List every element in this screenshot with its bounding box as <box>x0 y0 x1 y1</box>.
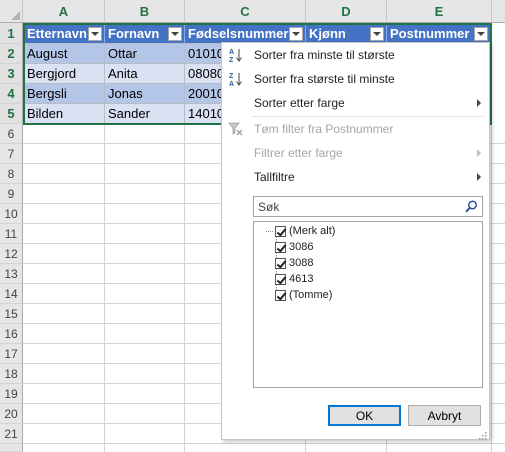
list-item-label: 4613 <box>289 273 314 285</box>
sort-by-color-label: Sorter etter farge <box>254 96 345 110</box>
table-cell[interactable]: Sander <box>105 104 185 124</box>
table-header-etternavn[interactable]: Etternavn <box>24 24 105 44</box>
row-header-3[interactable]: 3 <box>0 64 23 84</box>
autofilter-menu: A Z Sorter fra minste til største Z A So… <box>221 42 490 440</box>
row-header-6[interactable]: 6 <box>0 124 23 144</box>
table-cell[interactable]: Bergsli <box>24 84 105 104</box>
row-header-5[interactable]: 5 <box>0 104 23 124</box>
list-item[interactable]: (Tomme) <box>275 287 332 303</box>
column-header-b[interactable]: B <box>105 0 185 23</box>
filter-by-color-label: Filtrer etter farge <box>254 146 343 160</box>
row-header-11[interactable]: 11 <box>0 224 23 244</box>
resize-grip-icon[interactable] <box>479 429 487 440</box>
row-header-9[interactable]: 9 <box>0 184 23 204</box>
row-header-22 <box>0 444 23 452</box>
list-item[interactable]: 3086 <box>275 239 313 255</box>
svg-text:Z: Z <box>229 57 234 63</box>
table-cell[interactable]: Bilden <box>24 104 105 124</box>
sort-ascending-item[interactable]: A Z Sorter fra minste til største <box>222 44 489 66</box>
row-header-8[interactable]: 8 <box>0 164 23 184</box>
row-header-21[interactable]: 21 <box>0 424 23 444</box>
table-cell[interactable]: Jonas <box>105 84 185 104</box>
list-item[interactable]: 4613 <box>275 271 313 287</box>
checkbox-checked[interactable] <box>275 273 286 285</box>
checkbox-checked[interactable] <box>275 241 286 253</box>
sort-ascending-icon: A Z <box>228 47 244 64</box>
row-header-18[interactable]: 18 <box>0 364 23 384</box>
row-header-13[interactable]: 13 <box>0 264 23 284</box>
checkbox-checked[interactable] <box>275 257 286 269</box>
list-item-label: 3086 <box>289 241 314 253</box>
list-item[interactable]: 3088 <box>275 255 313 271</box>
clear-filter-icon <box>228 121 244 137</box>
row-header-12[interactable]: 12 <box>0 244 23 264</box>
table-cell[interactable]: August <box>24 44 105 64</box>
menu-separator <box>252 116 483 117</box>
submenu-arrow-icon <box>477 149 481 157</box>
list-item-label: (Tomme) <box>289 289 333 301</box>
table-header-label: Etternavn <box>27 26 87 41</box>
svg-text:A: A <box>229 81 234 87</box>
row-header-16[interactable]: 16 <box>0 324 23 344</box>
svg-text:A: A <box>229 49 234 56</box>
table-header-label: Fornavn <box>108 26 160 41</box>
table-cell[interactable]: Ottar <box>105 44 185 64</box>
filter-dropdown-button-active[interactable] <box>474 26 488 41</box>
column-header-e[interactable]: E <box>387 0 492 23</box>
select-all-corner[interactable] <box>0 0 23 23</box>
submenu-arrow-icon <box>477 99 481 107</box>
clear-filter-label: Tøm filter fra Postnummer <box>254 122 394 136</box>
row-header-14[interactable]: 14 <box>0 284 23 304</box>
table-header-fodselsnummer[interactable]: Fødselsnummer <box>185 24 306 44</box>
submenu-arrow-icon <box>477 173 481 181</box>
search-input[interactable] <box>254 199 454 214</box>
number-filters-item[interactable]: Tallfiltre <box>222 166 489 188</box>
clear-filter-item[interactable]: Tøm filter fra Postnummer <box>222 118 489 140</box>
row-header-19[interactable]: 19 <box>0 384 23 404</box>
column-header-d[interactable]: D <box>306 0 387 23</box>
column-header-spacer <box>492 0 505 23</box>
value-list[interactable]: (Merk alt) 3086 3088 4613 (Tomme) <box>253 221 483 388</box>
list-item-label: (Merk alt) <box>289 225 336 237</box>
table-header-label: Fødselsnummer <box>188 26 289 41</box>
filter-dropdown-button[interactable] <box>289 26 303 41</box>
ok-button[interactable]: OK <box>328 405 401 426</box>
row-header-20[interactable]: 20 <box>0 404 23 424</box>
checkbox-checked[interactable] <box>275 225 286 237</box>
cancel-button[interactable]: Avbryt <box>408 405 481 426</box>
table-header-label: Kjønn <box>309 26 346 41</box>
search-box[interactable] <box>253 196 483 217</box>
search-icon[interactable] <box>465 200 478 213</box>
sort-descending-label: Sorter fra største til minste <box>254 72 395 86</box>
number-filters-label: Tallfiltre <box>254 170 295 184</box>
tree-connector <box>266 231 273 232</box>
row-header-10[interactable]: 10 <box>0 204 23 224</box>
row-header-7[interactable]: 7 <box>0 144 23 164</box>
column-header-a[interactable]: A <box>23 0 105 23</box>
table-cell[interactable]: Bergjord <box>24 64 105 84</box>
table-cell[interactable]: Anita <box>105 64 185 84</box>
filter-dropdown-button[interactable] <box>370 26 384 41</box>
filter-dropdown-button[interactable] <box>88 26 102 41</box>
checkbox-checked[interactable] <box>275 289 286 301</box>
table-header-kjonn[interactable]: Kjønn <box>306 24 387 44</box>
row-header-17[interactable]: 17 <box>0 344 23 364</box>
svg-text:Z: Z <box>229 73 234 80</box>
sort-descending-icon: Z A <box>228 71 244 88</box>
sort-ascending-label: Sorter fra minste til største <box>254 48 395 62</box>
list-item-label: 3088 <box>289 257 314 269</box>
sort-descending-item[interactable]: Z A Sorter fra største til minste <box>222 68 489 90</box>
row-header-2[interactable]: 2 <box>0 44 23 64</box>
column-header-c[interactable]: C <box>185 0 306 23</box>
filter-by-color-item[interactable]: Filtrer etter farge <box>222 142 489 164</box>
filter-dropdown-button[interactable] <box>168 26 182 41</box>
row-header-4[interactable]: 4 <box>0 84 23 104</box>
row-header-1[interactable]: 1 <box>0 23 23 44</box>
sort-by-color-item[interactable]: Sorter etter farge <box>222 92 489 114</box>
table-header-postnummer[interactable]: Postnummer <box>387 24 491 44</box>
row-header-15[interactable]: 15 <box>0 304 23 324</box>
table-header-label: Postnummer <box>390 26 470 41</box>
table-header-fornavn[interactable]: Fornavn <box>105 24 185 44</box>
list-item-select-all[interactable]: (Merk alt) <box>275 223 335 239</box>
